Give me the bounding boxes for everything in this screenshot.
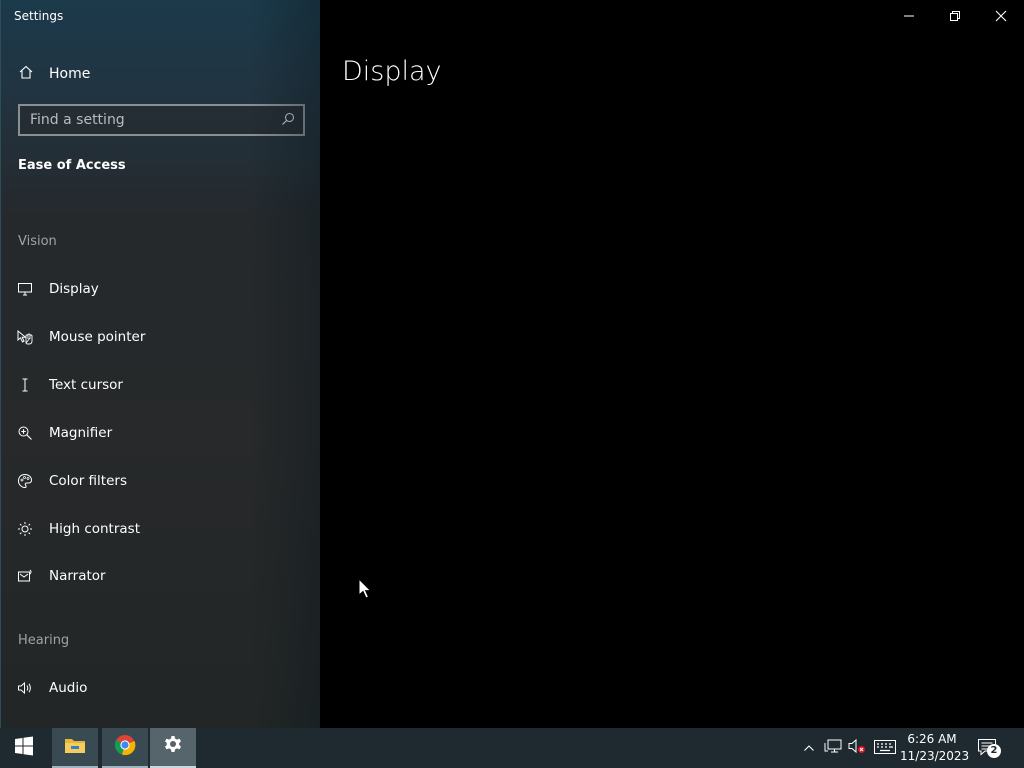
volume-muted-icon: [848, 738, 866, 758]
settings-window: Settings Home Find a setting Ease of Acc…: [0, 0, 1024, 728]
taskbar-chrome[interactable]: [102, 728, 148, 768]
sidebar-item-magnifier[interactable]: Magnifier: [16, 421, 306, 445]
taskbar-file-explorer[interactable]: [52, 728, 98, 768]
monitor-icon: [16, 280, 34, 298]
sidebar-item-label: Mouse pointer: [49, 329, 146, 345]
start-button[interactable]: [0, 728, 48, 768]
close-button[interactable]: [978, 0, 1024, 32]
sidebar-item-text-cursor[interactable]: Text cursor: [16, 373, 306, 397]
notification-count-badge: 2: [987, 744, 1001, 758]
mouse-pointer-icon: [16, 328, 34, 346]
taskbar-clock[interactable]: 6:26 AM 11/23/2023: [900, 731, 970, 765]
keyboard-icon: [874, 739, 896, 758]
sidebar: Settings Home Find a setting Ease of Acc…: [0, 0, 320, 728]
section-title: Ease of Access: [18, 158, 126, 173]
taskbar-settings[interactable]: [150, 728, 196, 768]
file-explorer-icon: [64, 736, 86, 758]
sidebar-item-display[interactable]: Display: [16, 277, 306, 301]
group-vision-header: Vision: [18, 234, 57, 249]
sidebar-item-high-contrast[interactable]: High contrast: [16, 517, 306, 541]
magnifier-icon: [16, 424, 34, 442]
notification-icon: 2: [977, 738, 1001, 758]
narrator-icon: [16, 567, 34, 585]
taskbar: 6:26 AM 11/23/2023 2: [0, 728, 1024, 768]
touch-keyboard-button[interactable]: [872, 728, 898, 768]
sidebar-item-label: High contrast: [49, 521, 140, 537]
clock-time: 6:26 AM: [907, 732, 957, 746]
start-icon: [14, 736, 34, 760]
text-cursor-icon: [16, 376, 34, 394]
sidebar-item-label: Narrator: [49, 568, 106, 584]
network-icon: [824, 738, 842, 758]
restore-icon: [949, 7, 961, 26]
restore-button[interactable]: [932, 0, 978, 32]
sidebar-item-audio[interactable]: Audio: [16, 676, 306, 700]
minimize-icon: [903, 7, 915, 26]
window-title: Settings: [14, 9, 64, 23]
close-icon: [995, 7, 1007, 26]
group-hearing-header: Hearing: [18, 633, 70, 648]
palette-icon: [16, 472, 34, 490]
action-center-button[interactable]: 2: [972, 728, 1004, 768]
search-placeholder: Find a setting: [30, 112, 125, 128]
home-link[interactable]: Home: [18, 64, 90, 84]
volume-button[interactable]: [846, 728, 868, 768]
show-hidden-icons-button[interactable]: [800, 728, 818, 768]
network-button[interactable]: [822, 728, 844, 768]
sidebar-item-label: Display: [49, 281, 99, 297]
minimize-button[interactable]: [886, 0, 932, 32]
chrome-icon: [114, 734, 136, 760]
clock-date: 11/23/2023: [900, 749, 970, 763]
sidebar-item-label: Magnifier: [49, 425, 113, 441]
chevron-up-icon: [803, 739, 815, 758]
sidebar-item-color-filters[interactable]: Color filters: [16, 469, 306, 493]
sidebar-item-label: Text cursor: [49, 377, 123, 393]
home-icon: [18, 64, 34, 84]
settings-gear-icon: [163, 735, 183, 759]
speaker-icon: [16, 679, 34, 697]
search-input[interactable]: Find a setting: [18, 104, 305, 136]
brightness-icon: [16, 520, 34, 538]
sidebar-item-narrator[interactable]: Narrator: [16, 564, 306, 588]
page-title: Display: [342, 56, 442, 87]
home-label: Home: [49, 66, 91, 82]
sidebar-item-label: Color filters: [49, 473, 127, 489]
sidebar-item-mouse-pointer[interactable]: Mouse pointer: [16, 325, 306, 349]
mouse-cursor-icon: [358, 577, 372, 604]
search-icon[interactable]: [281, 111, 295, 130]
sidebar-item-label: Audio: [49, 680, 88, 696]
